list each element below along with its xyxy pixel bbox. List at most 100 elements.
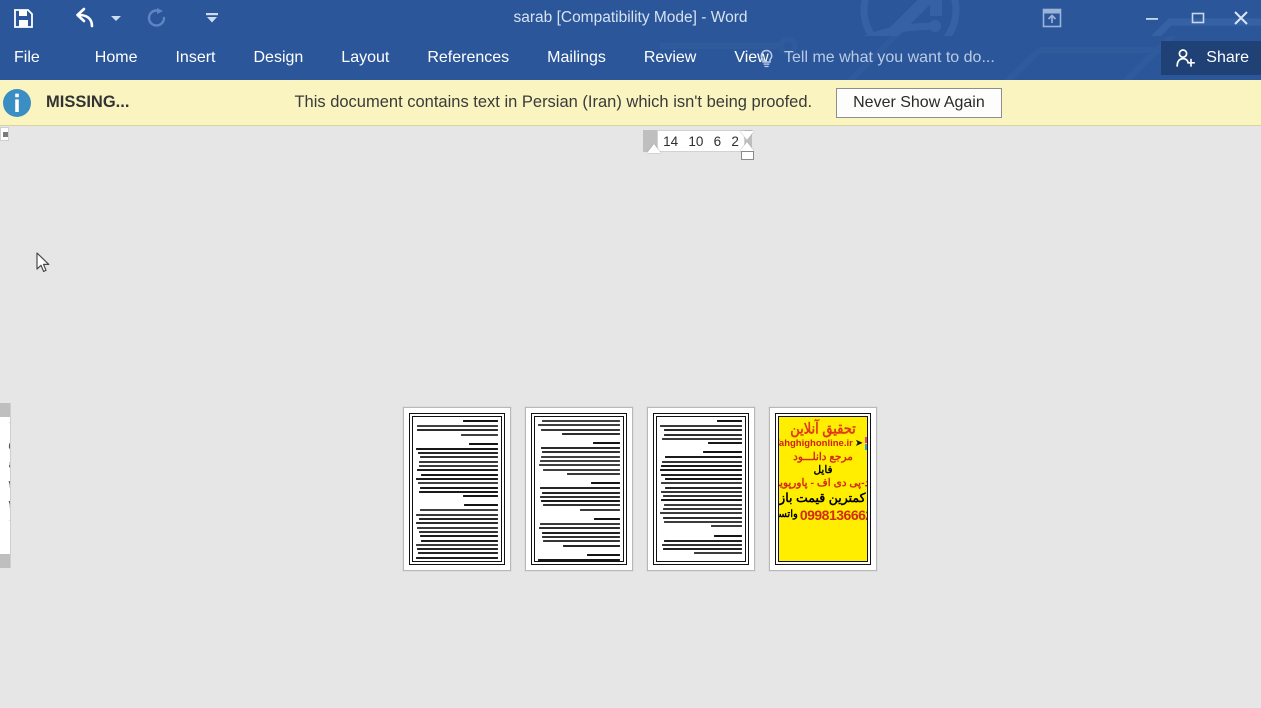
undo-icon[interactable] [68,3,106,33]
text-line [417,548,498,550]
advert-app-icons [865,437,868,450]
text-line [419,491,498,493]
text-line [416,544,498,546]
share-button[interactable]: Share [1161,41,1261,75]
tab-layout[interactable]: Layout [322,36,408,80]
customize-quick-access-toolbar-icon[interactable] [202,3,222,33]
telegram-icon [865,437,868,443]
tab-design-label: Design [253,49,303,67]
tell-me-search[interactable]: Tell me what you want to do... [758,36,995,80]
text-line [663,517,742,519]
text-line [416,448,498,450]
notification-label: MISSING... [46,93,129,112]
text-line [540,487,620,489]
tab-mailings[interactable]: Mailings [528,36,625,80]
title-bar: sarab [Compatibility Mode] - Word [0,0,1261,36]
arrow-left-icon: ➤ [855,439,863,449]
tab-home[interactable]: Home [76,36,157,80]
tab-design[interactable]: Design [234,36,322,80]
text-line [660,512,742,514]
tab-home-label: Home [95,49,138,67]
chevron-down-icon [111,16,121,21]
advert-line-4: با کمترین قیمت بازار [778,490,868,506]
text-line [416,557,498,559]
window-controls [1129,0,1261,36]
text-line [543,469,620,471]
undo-dropdown-icon[interactable] [106,3,126,33]
lightbulb-icon [758,49,775,68]
paragraph-heading-line [464,504,498,506]
text-line [664,521,742,523]
tab-review[interactable]: Review [625,36,715,80]
tab-insert[interactable]: Insert [156,36,234,80]
text-line [419,461,498,463]
text-line [416,522,498,524]
first-line-indent-marker[interactable] [647,144,661,153]
advert-page-border: تحقیق آنلاین Tahghighonline.ir ➤ مرجع دا… [775,413,871,565]
text-line [567,473,620,475]
horizontal-ruler[interactable]: 14 10 6 2 [643,128,757,158]
text-line [563,545,620,547]
text-line [420,535,498,537]
page-border-outer [653,413,749,565]
minimize-button[interactable] [1129,0,1175,36]
ribbon-display-options-icon[interactable] [1030,0,1074,36]
hanging-indent-marker[interactable] [740,131,754,140]
vertical-ruler-top-cap [0,127,9,141]
never-show-again-button[interactable]: Never Show Again [836,88,1002,118]
advert-line-1: مرجع دانلـــود [793,451,853,464]
right-indent-marker[interactable] [740,142,754,151]
left-indent-box-marker[interactable] [741,151,754,160]
vertical-ruler[interactable]: ۱ ٥ ٤ ٣ ٢ ١ ٠ [0,403,11,568]
text-line [663,548,742,550]
page-thumbnail-2[interactable] [525,407,633,571]
tab-mailings-label: Mailings [547,49,606,67]
page-thumbnail-4[interactable]: تحقیق آنلاین Tahghighonline.ir ➤ مرجع دا… [769,407,877,571]
text-line [580,509,620,511]
paragraph-heading-line [587,554,620,556]
text-line [420,509,498,511]
text-line [421,474,498,476]
page-text-body [656,416,746,562]
page-thumbnail-1[interactable] [403,407,511,571]
text-line [543,504,620,506]
page-text-body [534,416,624,562]
advert-line-2: فایل [813,464,832,477]
restore-button[interactable] [1175,0,1221,36]
save-icon[interactable] [4,3,42,33]
text-line [419,531,498,533]
advert-phone-row: 09981366624 واتساپ [778,507,868,523]
text-line [463,495,498,497]
page-border-outer [409,413,505,565]
text-line [540,523,620,525]
mouse-cursor [36,252,52,274]
tab-references[interactable]: References [408,36,528,80]
text-line [661,491,743,493]
tab-file[interactable]: File [0,36,64,80]
notification-message: This document contains text in Persian (… [294,93,812,112]
page-thumbnail-3[interactable] [647,407,755,571]
text-line [661,482,742,484]
tab-file-label: File [14,49,40,67]
redo-icon[interactable] [138,3,176,33]
text-line [543,540,620,542]
text-line [542,536,620,538]
text-line [540,460,620,462]
info-icon [0,86,34,120]
close-button[interactable] [1221,0,1261,36]
advert-site-row: Tahghighonline.ir ➤ [778,437,868,450]
document-workspace[interactable]: 14 10 6 2 ۱ ٥ ٤ ٣ ٢ ١ ٠ [0,127,1261,708]
text-line [418,452,498,454]
tab-layout-label: Layout [341,49,389,67]
text-line [542,532,620,534]
share-label: Share [1206,49,1249,67]
page-border-outer [531,413,627,565]
text-line [708,442,742,444]
text-line [665,456,742,458]
text-line [417,429,498,431]
text-line [420,487,498,489]
text-line [562,433,620,435]
text-line [421,540,498,542]
tab-references-label: References [427,49,509,67]
vruler-tick-6: ٠ [8,539,11,550]
